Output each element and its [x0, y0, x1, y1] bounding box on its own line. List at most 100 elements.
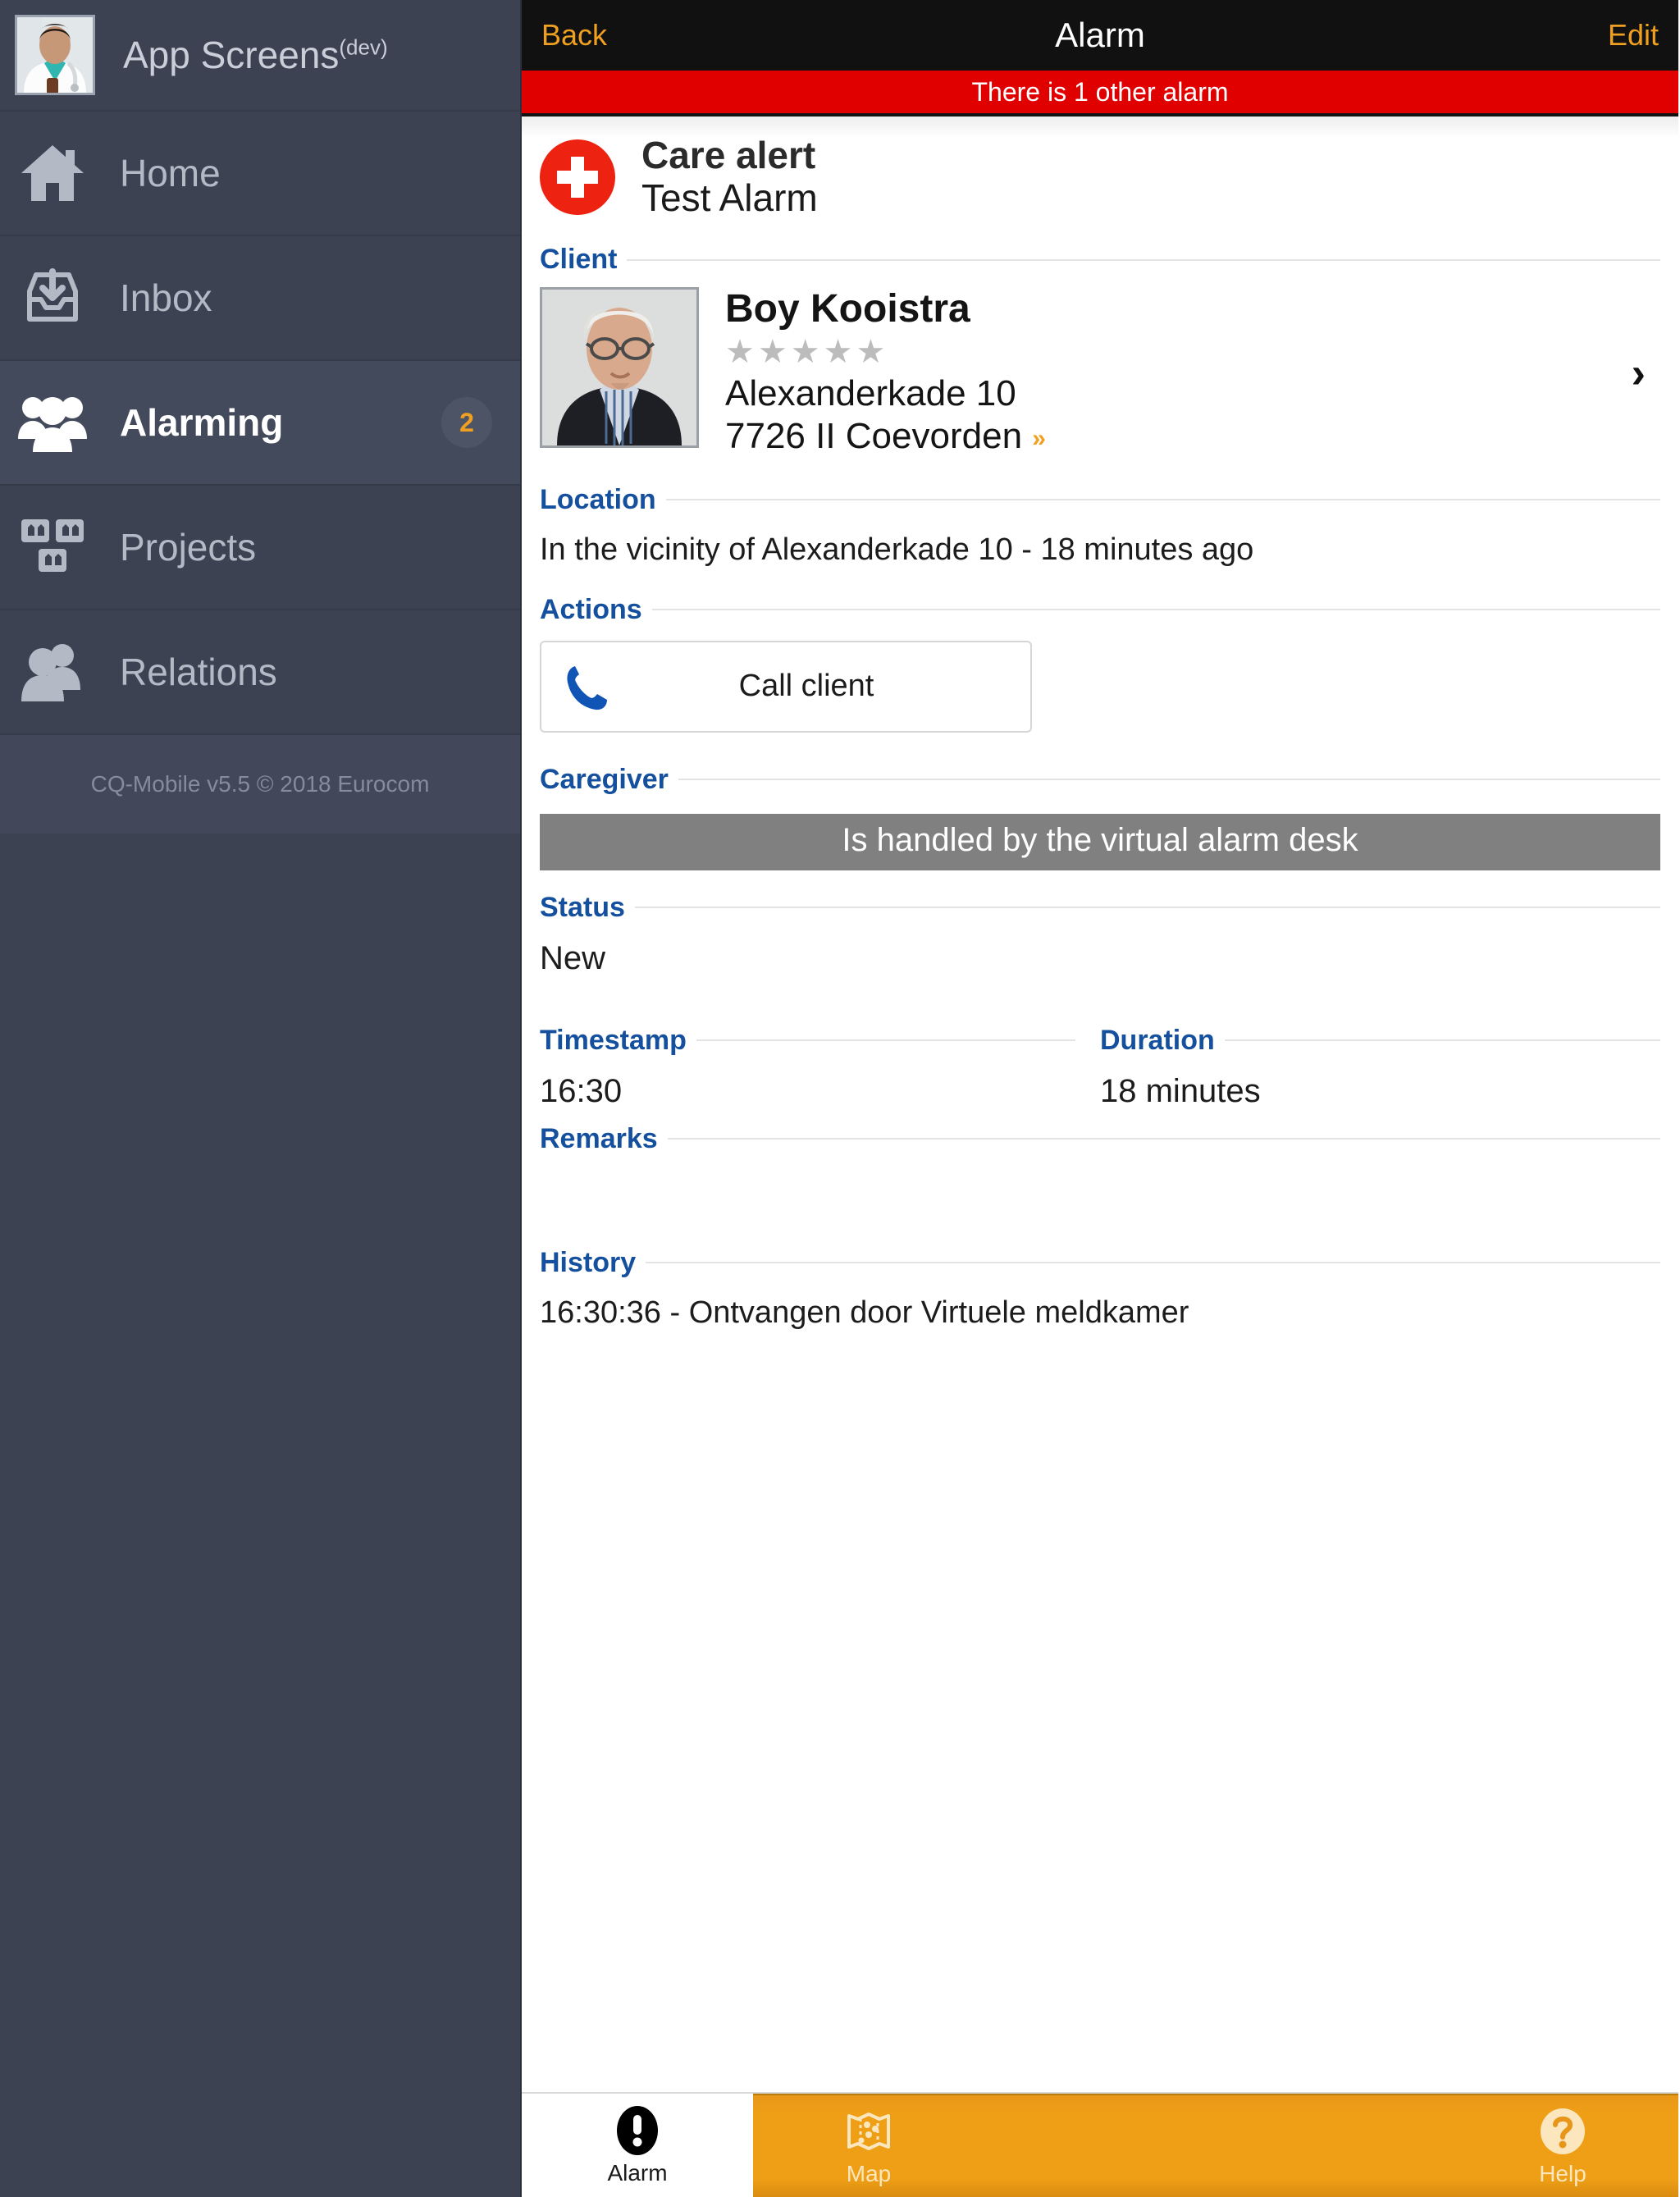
client-rating-stars: ★★★★★ — [725, 333, 889, 370]
sidebar-item-alarming-label: Alarming — [120, 401, 284, 444]
section-label-duration: Duration — [1100, 1024, 1215, 1056]
actions-wrap: Call client — [540, 626, 1660, 751]
location-text: In the vicinity of Alexanderkade 10 - 18… — [540, 532, 1254, 567]
projects-icon — [15, 509, 90, 585]
people-icon — [15, 385, 90, 460]
section-label-history: History — [540, 1246, 637, 1278]
app-root: App Screens(dev) Home Inbox Alarming 2 P… — [0, 0, 1680, 2197]
sidebar-item-inbox-label: Inbox — [120, 276, 212, 319]
sidebar-item-relations[interactable]: Relations — [0, 610, 520, 735]
call-client-button[interactable]: Call client — [540, 640, 1032, 733]
sidebar-item-projects[interactable]: Projects — [0, 486, 520, 610]
alarm-name: Test Alarm — [641, 176, 818, 219]
sidebar-item-inbox[interactable]: Inbox — [0, 236, 520, 361]
alarm-type: Care alert — [641, 134, 816, 176]
section-rule — [678, 779, 1660, 781]
section-header-status: Status — [540, 892, 1660, 924]
phone-frame: Back Alarm Edit There is 1 other alarm C… — [522, 0, 1678, 2197]
history-entry: 16:30:36 - Ontvangen door Virtuele meldk… — [540, 1295, 1189, 1330]
tab-map[interactable]: Map — [753, 2095, 984, 2197]
status-value: New — [540, 939, 606, 976]
sidebar-item-home[interactable]: Home — [0, 112, 520, 236]
page-title: Alarm — [1055, 16, 1145, 54]
sidebar-filler — [0, 834, 520, 2197]
orange-tab-panel: Map Help — [753, 2094, 1678, 2197]
sidebar-header: App Screens(dev) — [0, 0, 520, 112]
sidebar: App Screens(dev) Home Inbox Alarming 2 P… — [0, 0, 522, 2197]
doctor-avatar-photo — [15, 15, 95, 95]
client-row[interactable]: Boy Kooistra ★★★★★ Alexanderkade 10 7726… — [540, 276, 1660, 471]
sidebar-item-home-label: Home — [120, 152, 221, 194]
section-rule — [634, 907, 1660, 909]
app-title-text: App Screens — [123, 34, 340, 76]
section-rule — [667, 1138, 1660, 1140]
section-rule — [651, 609, 1660, 611]
alarm-detail-content: Care alert Test Alarm Client Boy Kooistr… — [522, 116, 1678, 1711]
remarks-value — [540, 1155, 1660, 1234]
timestamp-value: 16:30 — [540, 1072, 623, 1109]
section-rule — [646, 1262, 1660, 1264]
tab-map-label: Map — [846, 2161, 892, 2186]
section-rule — [627, 258, 1660, 261]
duration-col: Duration 18 minutes — [1100, 1012, 1660, 1110]
app-title-env: (dev) — [339, 34, 388, 60]
caregiver-wrap: Is handled by the virtual alarm desk — [540, 796, 1660, 879]
client-portrait-photo — [540, 287, 699, 449]
section-label-caregiver: Caregiver — [540, 763, 669, 795]
tab-alarm[interactable]: Alarm — [522, 2094, 753, 2197]
edit-button[interactable]: Edit — [1608, 18, 1659, 53]
section-header-caregiver: Caregiver — [540, 764, 1660, 796]
alarming-badge: 2 — [441, 397, 492, 448]
alarm-header: Care alert Test Alarm — [540, 116, 1660, 231]
section-label-remarks: Remarks — [540, 1122, 658, 1154]
sidebar-footer: CQ-Mobile v5.5 © 2018 Eurocom — [0, 735, 520, 834]
relations-icon — [15, 634, 90, 710]
timestamp-col: Timestamp 16:30 — [540, 1012, 1100, 1110]
client-name: Boy Kooistra — [725, 287, 970, 331]
exclamation-circle-icon — [615, 2104, 660, 2157]
client-address-line2-wrap: 7726 II Coevorden » — [725, 415, 1660, 458]
tab-alarm-label: Alarm — [607, 2160, 668, 2186]
section-header-timestamp: Timestamp — [540, 1025, 1075, 1057]
duration-value: 18 minutes — [1100, 1072, 1261, 1109]
sidebar-item-projects-label: Projects — [120, 526, 257, 569]
sidebar-item-relations-label: Relations — [120, 651, 277, 693]
map-icon — [845, 2105, 892, 2158]
section-label-timestamp: Timestamp — [540, 1024, 687, 1056]
alarm-title-block: Care alert Test Alarm — [641, 134, 818, 219]
navbar-inner: Back Alarm Edit — [541, 16, 1659, 54]
tab-help-label: Help — [1539, 2161, 1586, 2186]
client-address-line2: 7726 II Coevorden — [725, 415, 1023, 456]
client-info: Boy Kooistra ★★★★★ Alexanderkade 10 7726… — [725, 287, 1660, 458]
section-label-actions: Actions — [540, 593, 642, 625]
section-label-status: Status — [540, 891, 625, 923]
timestamp-duration-row: Timestamp 16:30 Duration 18 minutes — [540, 1012, 1660, 1110]
section-header-client: Client — [540, 244, 1660, 276]
question-circle-icon — [1539, 2105, 1586, 2158]
back-button[interactable]: Back — [541, 18, 607, 53]
section-header-duration: Duration — [1100, 1025, 1660, 1057]
home-icon — [15, 135, 90, 211]
section-rule — [1224, 1039, 1660, 1042]
section-label-location: Location — [540, 483, 656, 515]
section-header-actions: Actions — [540, 594, 1660, 626]
sidebar-item-alarming[interactable]: Alarming 2 — [0, 361, 520, 486]
tabbar-spacer — [984, 2095, 1447, 2197]
inbox-icon — [15, 260, 90, 336]
other-alarm-banner[interactable]: There is 1 other alarm — [522, 71, 1678, 116]
tab-help[interactable]: Help — [1447, 2095, 1678, 2197]
bottom-tabbar: Alarm Map Help — [522, 2092, 1678, 2197]
address-more-icon[interactable]: » — [1032, 425, 1046, 452]
section-header-history: History — [540, 1247, 1660, 1279]
caregiver-status-bar: Is handled by the virtual alarm desk — [540, 813, 1660, 870]
section-header-remarks: Remarks — [540, 1123, 1660, 1155]
call-client-label: Call client — [738, 669, 874, 704]
navbar: Back Alarm Edit — [522, 0, 1678, 71]
phone-icon — [541, 663, 632, 710]
section-label-client: Client — [540, 244, 618, 276]
client-address-line1: Alexanderkade 10 — [725, 372, 1016, 413]
chevron-right-icon[interactable]: › — [1632, 352, 1646, 395]
section-rule — [696, 1039, 1075, 1042]
section-rule — [665, 499, 1660, 501]
